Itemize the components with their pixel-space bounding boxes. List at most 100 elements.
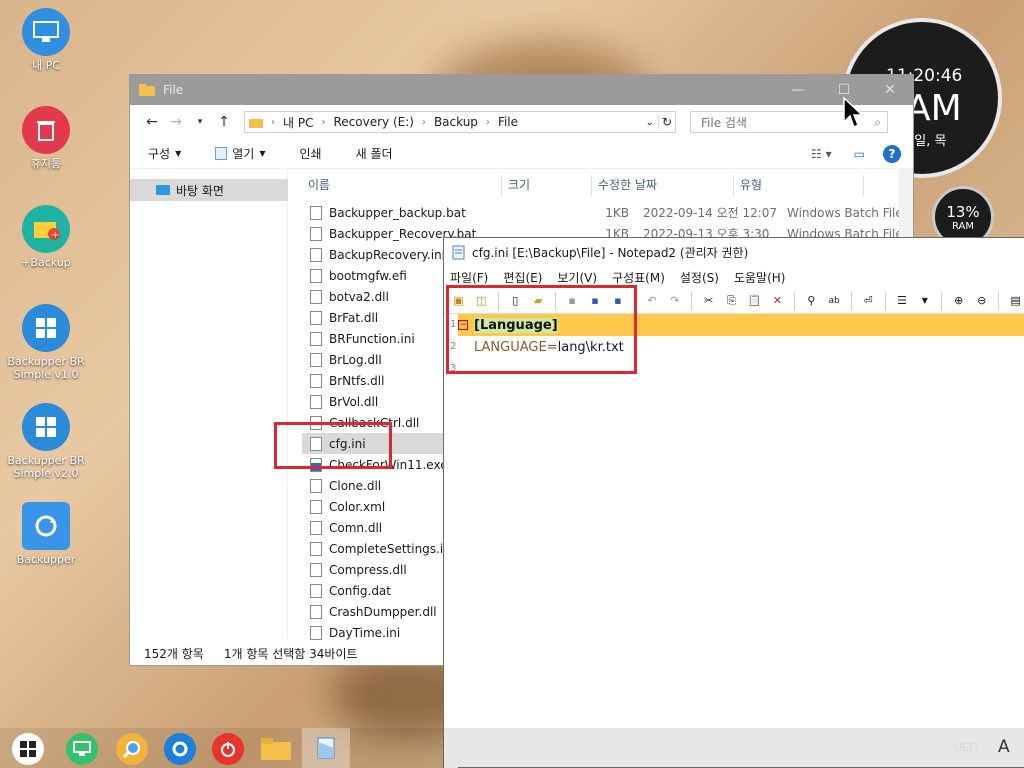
column-type[interactable]: 유형 (734, 175, 864, 197)
menu-view[interactable]: 보기(V) (557, 269, 597, 286)
column-size[interactable]: 크기 (502, 175, 592, 197)
nav-item-desktop[interactable]: 바탕 화면 (130, 179, 288, 201)
file-type: Windows Batch File (787, 205, 903, 220)
monitor-icon[interactable] (66, 733, 98, 765)
delete-icon[interactable]: ✕ (769, 293, 786, 309)
chevron-down-icon[interactable]: ▼ (916, 293, 933, 309)
desktop-icon (156, 185, 170, 195)
notepad-titlebar[interactable]: cfg.ini [E:\Backup\File] - Notepad2 (관리자… (444, 238, 1024, 266)
desktop-icon-label: Backupper BR Simple v2.0 (7, 454, 85, 480)
find-icon[interactable]: ⚲ (803, 293, 820, 309)
wrap-icon[interactable]: ⏎ (860, 293, 877, 309)
print-button[interactable]: 인쇄 (300, 145, 322, 162)
backup-icon (22, 502, 70, 550)
notepad-icon[interactable] (302, 728, 350, 768)
preview-pane-icon[interactable]: ▭ (854, 147, 865, 161)
file-icon (310, 394, 322, 409)
settings-icon[interactable]: ▤ (1007, 293, 1024, 309)
file-icon (310, 247, 322, 262)
breadcrumb-backup[interactable]: Backup (434, 115, 478, 129)
breadcrumb-mypc[interactable]: 내 PC (283, 114, 313, 131)
line-number-gutter: 1 2 3 (444, 314, 458, 768)
explorer-titlebar[interactable]: File — ☐ ✕ (130, 75, 913, 105)
explorer-title: File (163, 83, 184, 97)
file-icon (310, 478, 322, 493)
column-modified[interactable]: 수정한 날짜 (592, 175, 734, 197)
ram-percent: 13% (946, 203, 980, 221)
view-options-icon[interactable]: ☷ ▾ (811, 147, 832, 161)
forward-button[interactable]: → (164, 114, 188, 130)
breadcrumb-recovery[interactable]: Recovery (E:) (333, 115, 413, 129)
recent-dropdown-icon[interactable]: ▾ (188, 117, 212, 127)
zoom-out-icon[interactable]: ⊖ (973, 293, 990, 309)
menu-settings[interactable]: 설정(S) (680, 269, 719, 286)
desktop-icon-label: 내 PC (32, 59, 60, 72)
windows-icon (22, 304, 70, 352)
editor-area[interactable]: 1 2 3 − [Language] LANGUAGE = lang\kr.tx… (444, 314, 1024, 768)
svg-text:+: + (51, 230, 59, 240)
file-icon (310, 499, 322, 514)
zoom-in-icon[interactable]: ⊕ (950, 293, 967, 309)
ram-label: RAM (951, 221, 974, 232)
organize-button[interactable]: 구성 ▼ (148, 145, 181, 162)
file-size: 1KB (605, 205, 629, 220)
back-button[interactable]: ← (140, 114, 164, 130)
desktop-icon-br-v2[interactable]: Backupper BR Simple v2.0 (6, 403, 86, 480)
close-button[interactable]: ✕ (867, 75, 913, 105)
notepad-title: cfg.ini [E:\Backup\File] - Notepad2 (관리자… (472, 245, 749, 260)
notepad-icon (215, 147, 228, 160)
column-name[interactable]: 이름 (308, 175, 502, 197)
refresh-icon[interactable] (164, 733, 196, 765)
selection-info: 1개 항목 선택함 34바이트 (223, 646, 358, 661)
search-icon[interactable] (116, 733, 148, 765)
desktop-icon-label: 휴지통 (30, 157, 62, 170)
chevron-right-icon: › (421, 116, 426, 128)
cut-icon[interactable]: ✂ (700, 293, 717, 309)
refresh-icon[interactable]: ↻ (657, 115, 675, 129)
monitor-icon (22, 8, 70, 56)
file-icon (310, 310, 322, 325)
menu-help[interactable]: 도움말(H) (734, 269, 786, 286)
desktop-icon-backupper[interactable]: Backupper (6, 502, 86, 566)
folder-icon[interactable] (260, 733, 292, 765)
file-icon (310, 352, 322, 367)
language-indicator[interactable]: A (998, 737, 1010, 757)
search-icon: ⌕ (874, 114, 881, 129)
new-folder-button[interactable]: 새 폴더 (356, 145, 393, 162)
open-button[interactable]: 열기 ▼ (215, 145, 266, 162)
file-icon (310, 625, 322, 640)
desktop-icon-br-v1[interactable]: Backupper BR Simple v1.0 (6, 304, 86, 381)
chevron-down-icon[interactable]: ⌄ (646, 117, 654, 128)
redo-icon[interactable]: ↷ (666, 293, 683, 309)
desktop-icon-label: +Backup (21, 256, 71, 269)
file-icon (310, 562, 322, 577)
desktop-icon-backup-plus[interactable]: + +Backup (6, 205, 86, 269)
replace-icon[interactable]: ab (826, 293, 843, 309)
desktop-icon-mypc[interactable]: 내 PC (6, 8, 86, 72)
breadcrumb-file[interactable]: File (498, 115, 518, 129)
copy-icon[interactable]: ⎘ (723, 293, 740, 309)
menu-file[interactable]: 파일(F) (450, 269, 488, 286)
file-date: 2022-09-14 오전 12:07 (643, 206, 778, 220)
up-button[interactable]: ↑ (212, 114, 236, 130)
mouse-cursor-icon (843, 97, 863, 129)
desktop-icon-recycle[interactable]: 휴지통 (6, 106, 86, 170)
help-icon[interactable]: ? (883, 144, 901, 163)
file-icon (310, 583, 322, 598)
file-icon (310, 205, 322, 220)
undo-icon[interactable]: ↶ (643, 293, 660, 309)
file-icon (310, 289, 322, 304)
minimize-button[interactable]: — (775, 75, 821, 105)
menu-edit[interactable]: 편집(E) (503, 269, 542, 286)
menu-scheme[interactable]: 구성표(M) (612, 269, 665, 286)
list-icon[interactable]: ☰ (894, 293, 911, 309)
file-icon (310, 331, 322, 346)
windows-start-icon[interactable] (12, 733, 44, 765)
address-box[interactable]: › 내 PC › Recovery (E:) › Backup › File ⌄… (244, 111, 676, 133)
power-icon[interactable] (212, 733, 244, 765)
folder-icon (249, 118, 263, 128)
taskbar (0, 728, 1024, 768)
paste-icon[interactable]: 📋 (746, 293, 763, 309)
file-row[interactable]: Backupper_backup.bat 1KB 2022-09-14 오전 12:… (302, 202, 915, 223)
highlight-box-editor (446, 285, 637, 374)
